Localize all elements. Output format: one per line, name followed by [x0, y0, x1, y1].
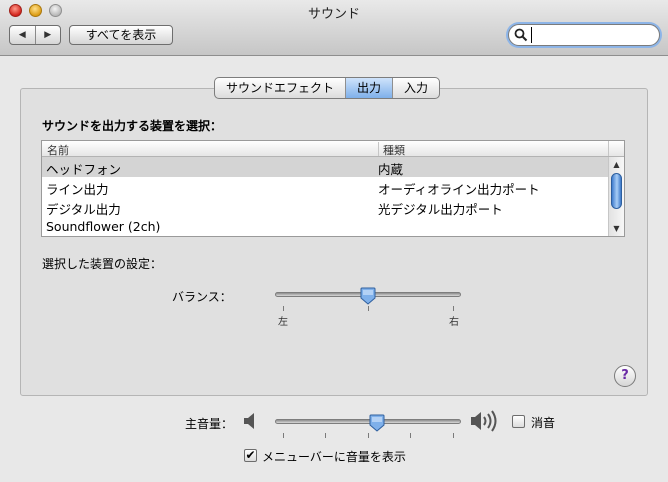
forward-button[interactable]: ▶ [34, 26, 61, 44]
tab-output[interactable]: 出力 [345, 78, 393, 98]
tab-bar: サウンドエフェクト 出力 入力 [214, 77, 441, 99]
output-device-table: 名前 種類 ヘッドフォン 内蔵 ライン出力 オーディオライン出力ポート デジタル… [41, 140, 625, 237]
table-header: 名前 種類 [42, 141, 624, 157]
device-list-scrollbar[interactable]: ▲ ▼ [608, 157, 624, 236]
table-row[interactable]: ヘッドフォン 内蔵 [42, 157, 609, 177]
volume-tick [368, 433, 369, 438]
scroll-thumb[interactable] [611, 173, 622, 209]
table-row[interactable]: デジタル出力 光デジタル出力ポート [42, 197, 609, 217]
volume-slider-track[interactable] [275, 419, 461, 424]
mute-label: 消音 [531, 416, 556, 430]
balance-right-label: 右 [449, 317, 459, 328]
balance-tick [283, 306, 284, 311]
device-name: ヘッドフォン [46, 162, 122, 177]
volume-tick [410, 433, 411, 438]
table-row[interactable]: Soundflower (2ch) [42, 217, 609, 237]
search-input[interactable] [531, 27, 653, 43]
volume-tick [325, 433, 326, 438]
device-name: Soundflower (2ch) [46, 219, 161, 234]
forward-arrow-icon: ▶ [44, 30, 52, 40]
tab-input[interactable]: 入力 [392, 78, 439, 98]
table-row[interactable]: ライン出力 オーディオライン出力ポート [42, 177, 609, 197]
device-name: ライン出力 [46, 182, 109, 197]
device-name: デジタル出力 [46, 202, 121, 217]
device-rows: ヘッドフォン 内蔵 ライン出力 オーディオライン出力ポート デジタル出力 光デジ… [42, 157, 609, 237]
show-volume-in-menubar-label: メニューバーに音量を表示 [262, 450, 406, 464]
balance-tick [368, 306, 369, 311]
column-header-name[interactable]: 名前 [47, 142, 69, 158]
show-all-button[interactable]: すべてを表示 [69, 25, 173, 45]
output-volume-label: 主音量： [185, 417, 234, 431]
device-kind: 内蔵 [378, 162, 404, 177]
device-kind: オーディオライン出力ポート [378, 182, 540, 197]
help-button[interactable]: ? [614, 365, 636, 387]
volume-slider-knob[interactable] [369, 414, 385, 432]
scroll-up-arrow-icon[interactable]: ▲ [609, 159, 624, 171]
balance-slider-knob[interactable] [360, 287, 376, 305]
scroll-down-arrow-icon[interactable]: ▼ [609, 223, 624, 235]
output-panel [20, 88, 648, 396]
show-volume-in-menubar-checkbox[interactable]: ✔ [244, 449, 257, 462]
table-header-corner [608, 141, 624, 156]
volume-tick [283, 433, 284, 438]
window-title: サウンド [307, 7, 360, 22]
balance-label: バランス： [172, 290, 232, 304]
search-icon [514, 28, 528, 42]
search-field[interactable] [508, 24, 660, 46]
device-kind: 光デジタル出力ポート [378, 202, 503, 217]
selected-device-settings-label: 選択した装置の設定： [42, 257, 163, 271]
balance-left-label: 左 [278, 317, 288, 328]
window-toolbar: サウンド ◀ ▶ すべてを表示 [0, 0, 668, 56]
speaker-low-icon [244, 413, 254, 429]
balance-tick [453, 306, 454, 311]
speaker-high-icon [471, 410, 497, 432]
output-device-heading: サウンドを出力する装置を選択： [42, 119, 223, 133]
back-button[interactable]: ◀ [10, 26, 35, 44]
column-header-kind[interactable]: 種類 [378, 142, 405, 157]
navigation-buttons: ◀ ▶ [9, 25, 61, 45]
volume-tick [453, 433, 454, 438]
mute-checkbox[interactable] [512, 415, 525, 428]
back-arrow-icon: ◀ [18, 30, 26, 40]
tab-sound-effects[interactable]: サウンドエフェクト [215, 78, 345, 98]
